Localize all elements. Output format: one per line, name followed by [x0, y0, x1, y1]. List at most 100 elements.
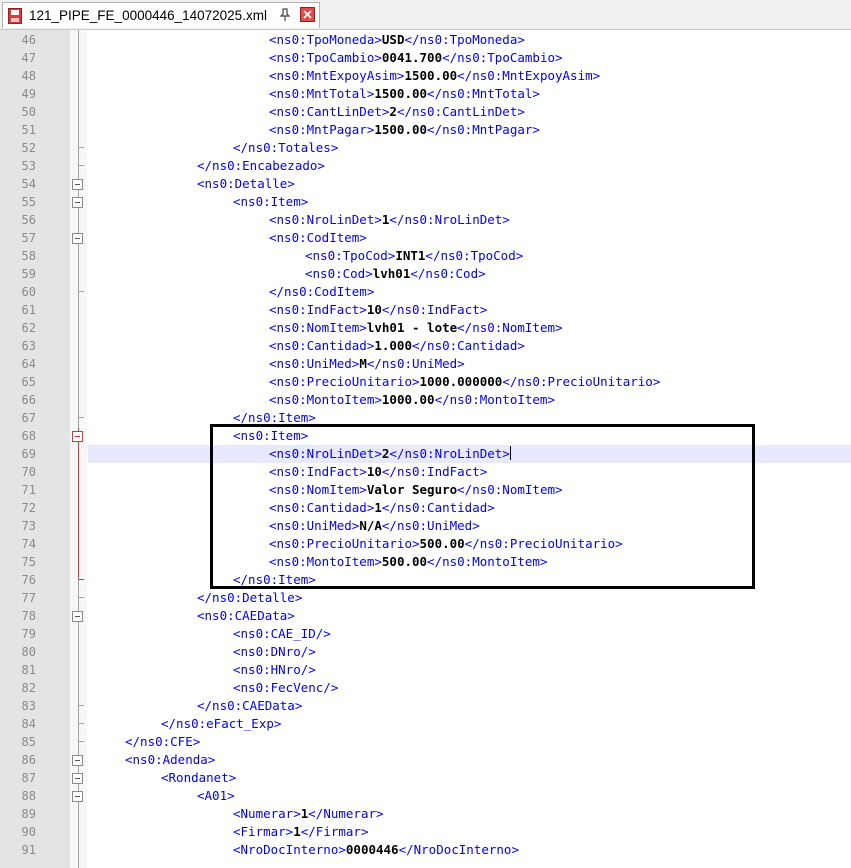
- code-line[interactable]: 75 <ns0:MontoItem>500.00</ns0:MontoItem>: [0, 553, 851, 571]
- code-text: <Firmar>1</Firmar>: [233, 823, 368, 841]
- xml-close-tag: </ns0:MontoItem>: [427, 554, 548, 569]
- code-line[interactable]: 87 <Rondanet>: [0, 769, 851, 787]
- code-line[interactable]: 81 <ns0:HNro/>: [0, 661, 851, 679]
- xml-open-tag: <ns0:Item>: [233, 428, 309, 443]
- code-line[interactable]: 79 <ns0:CAE_ID/>: [0, 625, 851, 643]
- xml-value: 0000446: [345, 842, 399, 857]
- xml-open-tag: <ns0:TpoCambio>: [269, 50, 382, 65]
- code-line[interactable]: 59 <ns0:Cod>lvh01</ns0:Cod>: [0, 265, 851, 283]
- xml-open-tag: <ns0:DNro/>: [233, 644, 316, 659]
- code-line[interactable]: 56 <ns0:NroLinDet>1</ns0:NroLinDet>: [0, 211, 851, 229]
- code-line[interactable]: 76 </ns0:Item>: [0, 571, 851, 589]
- code-line[interactable]: 65 <ns0:PrecioUnitario>1000.000000</ns0:P…: [0, 373, 851, 391]
- code-line[interactable]: 71 <ns0:NomItem>Valor Seguro</ns0:NomItem…: [0, 481, 851, 499]
- xml-close-tag: </ns0:MontoItem>: [434, 392, 555, 407]
- code-text: </ns0:CAEData>: [197, 697, 302, 715]
- code-line[interactable]: 77 </ns0:Detalle>: [0, 589, 851, 607]
- code-line[interactable]: 83 </ns0:CAEData>: [0, 697, 851, 715]
- code-line[interactable]: 61 <ns0:IndFact>10</ns0:IndFact>: [0, 301, 851, 319]
- fold-toggle-icon[interactable]: [72, 233, 83, 244]
- line-number: 61: [21, 303, 36, 317]
- code-line[interactable]: 85 </ns0:CFE>: [0, 733, 851, 751]
- code-line[interactable]: 73 <ns0:UniMed>N/A</ns0:UniMed>: [0, 517, 851, 535]
- code-line[interactable]: 62 <ns0:NomItem>lvh01 - lote</ns0:NomItem…: [0, 319, 851, 337]
- fold-toggle-icon[interactable]: [72, 179, 83, 190]
- code-line[interactable]: 67 </ns0:Item>: [0, 409, 851, 427]
- xml-value: 10: [366, 464, 382, 479]
- code-line[interactable]: 58 <ns0:TpoCod>INT1</ns0:TpoCod>: [0, 247, 851, 265]
- code-line[interactable]: 72 <ns0:Cantidad>1</ns0:Cantidad>: [0, 499, 851, 517]
- xml-open-tag: </ns0:Detalle>: [197, 590, 303, 605]
- code-text: <ns0:CodItem>: [269, 229, 367, 247]
- xml-close-tag: </ns0:MntExpoyAsim>: [457, 68, 601, 83]
- fold-toggle-icon[interactable]: [72, 197, 83, 208]
- code-line[interactable]: 47 <ns0:TpoCambio>0041.700</ns0:TpoCambio…: [0, 49, 851, 67]
- code-line[interactable]: 78 <ns0:CAEData>: [0, 607, 851, 625]
- xml-open-tag: <ns0:PrecioUnitario>: [269, 536, 420, 551]
- fold-toggle-icon[interactable]: [72, 611, 83, 622]
- code-line[interactable]: 46 <ns0:TpoMoneda>USD</ns0:TpoMoneda>: [0, 31, 851, 49]
- code-line[interactable]: 54 <ns0:Detalle>: [0, 175, 851, 193]
- fold-toggle-icon[interactable]: [72, 773, 83, 784]
- line-number: 53: [21, 159, 36, 173]
- code-line[interactable]: 49 <ns0:MntTotal>1500.00</ns0:MntTotal>: [0, 85, 851, 103]
- fold-toggle-icon[interactable]: [72, 791, 83, 802]
- code-line[interactable]: 66 <ns0:MontoItem>1000.00</ns0:MontoItem>: [0, 391, 851, 409]
- line-number: 49: [21, 87, 36, 101]
- code-line[interactable]: 51 <ns0:MntPagar>1500.00</ns0:MntPagar>: [0, 121, 851, 139]
- pin-icon[interactable]: [277, 7, 293, 23]
- xml-open-tag: <ns0:FecVenc/>: [233, 680, 339, 695]
- code-text: <ns0:MntExpoyAsim>1500.00</ns0:MntExpoyA…: [269, 67, 600, 85]
- code-line[interactable]: 70 <ns0:IndFact>10</ns0:IndFact>: [0, 463, 851, 481]
- file-tab[interactable]: 121_PIPE_FE_0000446_14072025.xml: [2, 2, 320, 28]
- code-line[interactable]: 86 <ns0:Adenda>: [0, 751, 851, 769]
- code-line[interactable]: 60 </ns0:CodItem>: [0, 283, 851, 301]
- fold-toggle-icon[interactable]: [72, 431, 83, 442]
- code-editor[interactable]: 46 <ns0:TpoMoneda>USD</ns0:TpoMoneda> 47 <n…: [0, 30, 851, 868]
- xml-close-tag: </ns0:CantLinDet>: [396, 104, 525, 119]
- code-text: <ns0:MntPagar>1500.00</ns0:MntPagar>: [269, 121, 540, 139]
- code-line[interactable]: 55 <ns0:Item>: [0, 193, 851, 211]
- xml-value: 500.00: [381, 554, 428, 569]
- tab-bar: 121_PIPE_FE_0000446_14072025.xml: [0, 0, 851, 30]
- xml-open-tag: <ns0:CodItem>: [269, 230, 367, 245]
- code-line[interactable]: 74 <ns0:PrecioUnitario>500.00</ns0:Precio…: [0, 535, 851, 553]
- code-text: <ns0:Adenda>: [125, 751, 215, 769]
- xml-close-tag: </ns0:NroLinDet>: [389, 446, 510, 461]
- code-line[interactable]: 52 </ns0:Totales>: [0, 139, 851, 157]
- code-line[interactable]: 68 <ns0:Item>: [0, 427, 851, 445]
- xml-value: INT1: [395, 248, 426, 263]
- line-number: 82: [21, 681, 36, 695]
- code-line[interactable]: 90 <Firmar>1</Firmar>: [0, 823, 851, 841]
- code-text: <ns0:PrecioUnitario>1000.000000</ns0:Pre…: [269, 373, 660, 391]
- xml-open-tag: <ns0:MontoItem>: [269, 392, 382, 407]
- fold-end-marker: [78, 579, 84, 580]
- code-text: <ns0:Item>: [233, 193, 308, 211]
- code-line[interactable]: 48 <ns0:MntExpoyAsim>1500.00</ns0:MntExpo…: [0, 67, 851, 85]
- code-text: <ns0:DNro/>: [233, 643, 316, 661]
- code-line[interactable]: 53 </ns0:Encabezado>: [0, 157, 851, 175]
- fold-toggle-icon[interactable]: [72, 755, 83, 766]
- code-text: <ns0:MntTotal>1500.00</ns0:MntTotal>: [269, 85, 540, 103]
- code-text: <ns0:UniMed>N/A</ns0:UniMed>: [269, 517, 480, 535]
- close-icon[interactable]: [300, 7, 315, 22]
- code-line[interactable]: 89 <Numerar>1</Numerar>: [0, 805, 851, 823]
- code-text: <ns0:IndFact>10</ns0:IndFact>: [269, 463, 487, 481]
- xml-open-tag: <ns0:MontoItem>: [269, 554, 382, 569]
- xml-open-tag: <ns0:NomItem>: [269, 320, 367, 335]
- code-line[interactable]: 63 <ns0:Cantidad>1.000</ns0:Cantidad>: [0, 337, 851, 355]
- code-text: <ns0:Cantidad>1.000</ns0:Cantidad>: [269, 337, 525, 355]
- fold-end-marker: [78, 165, 84, 166]
- code-line[interactable]: 69 <ns0:NroLinDet>2</ns0:NroLinDet>: [0, 445, 851, 463]
- code-line[interactable]: 88 <A01>: [0, 787, 851, 805]
- code-line[interactable]: 50 <ns0:CantLinDet>2</ns0:CantLinDet>: [0, 103, 851, 121]
- code-line[interactable]: 57 <ns0:CodItem>: [0, 229, 851, 247]
- xml-close-tag: </ns0:UniMed>: [381, 518, 480, 533]
- code-line[interactable]: 64 <ns0:UniMed>M</ns0:UniMed>: [0, 355, 851, 373]
- code-line[interactable]: 80 <ns0:DNro/>: [0, 643, 851, 661]
- code-line[interactable]: 91 <NroDocInterno>0000446</NroDocInterno>: [0, 841, 851, 859]
- line-number: 77: [21, 591, 36, 605]
- code-line[interactable]: 82 <ns0:FecVenc/>: [0, 679, 851, 697]
- code-text: <ns0:FecVenc/>: [233, 679, 338, 697]
- code-line[interactable]: 84 </ns0:eFact_Exp>: [0, 715, 851, 733]
